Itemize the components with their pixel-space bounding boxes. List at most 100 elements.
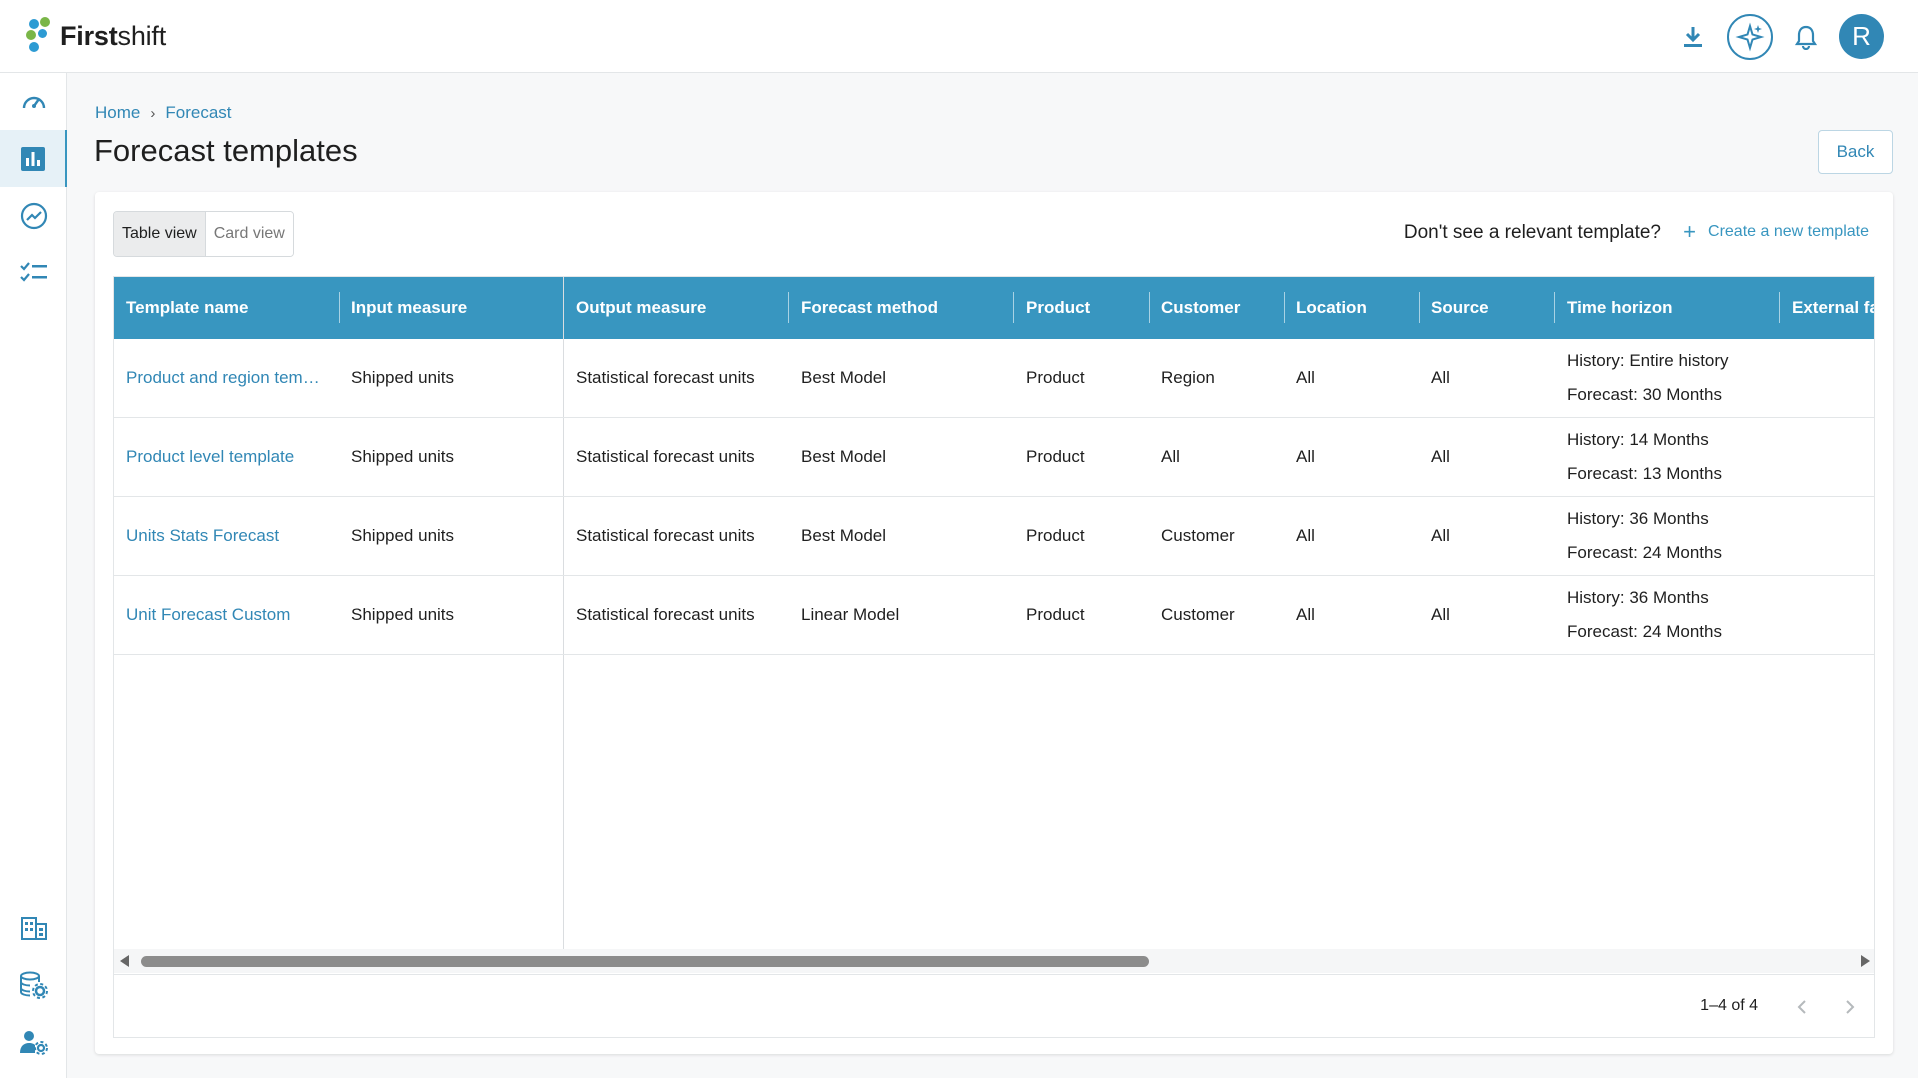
- pagination-range: 1–4 of 4: [1700, 997, 1758, 1014]
- table-row[interactable]: Unit Forecast Custom Shipped units Stati…: [114, 576, 1874, 655]
- cell-product: Product: [1026, 605, 1085, 624]
- cell-input-measure: Shipped units: [351, 447, 455, 466]
- cell-time-horizon: History: 36 Months Forecast: 24 Months: [1555, 497, 1722, 575]
- column-header-forecast-method[interactable]: Forecast method: [789, 277, 1013, 339]
- trend-icon: [20, 202, 47, 229]
- forecast-text: Forecast: 24 Months: [1567, 543, 1722, 562]
- sidebar-item-trends[interactable]: [0, 187, 67, 244]
- forecast-text: Forecast: 30 Months: [1567, 385, 1722, 404]
- column-header-time-horizon[interactable]: Time horizon: [1555, 277, 1780, 339]
- cell-output-measure: Statistical forecast units: [576, 447, 755, 466]
- ai-sparkle-icon[interactable]: [1727, 14, 1773, 60]
- chevron-left-icon: [1797, 1000, 1806, 1014]
- missing-template-prompt: Don't see a relevant template?: [1403, 222, 1661, 243]
- cell-customer: Customer: [1161, 605, 1235, 624]
- scroll-left-arrow-icon[interactable]: [120, 955, 129, 967]
- chevron-right-icon: [1846, 1000, 1855, 1014]
- cell-source: All: [1431, 447, 1450, 466]
- sidebar-item-organization[interactable]: [0, 899, 67, 956]
- breadcrumb-forecast[interactable]: Forecast: [165, 103, 231, 123]
- top-bar: Firstshift R: [0, 0, 1918, 73]
- cell-product: Product: [1026, 447, 1085, 466]
- cell-forecast-method: Linear Model: [801, 605, 900, 624]
- cell-product: Product: [1026, 526, 1085, 545]
- bell-icon[interactable]: [1791, 22, 1821, 52]
- column-header-output-measure[interactable]: Output measure: [564, 277, 788, 339]
- dashboard-icon: [22, 96, 45, 108]
- cell-location: All: [1296, 368, 1315, 387]
- avatar-initial: R: [1852, 21, 1871, 51]
- checklist-icon: [19, 261, 47, 282]
- history-text: History: 36 Months: [1567, 588, 1709, 607]
- table-header: Template name Input measure Output measu…: [114, 277, 1874, 339]
- sidebar: [0, 73, 67, 1078]
- horizontal-scrollbar[interactable]: [114, 949, 1874, 973]
- back-button[interactable]: Back: [1818, 130, 1893, 174]
- cell-time-horizon: History: 36 Months Forecast: 24 Months: [1555, 576, 1722, 654]
- cell-forecast-method: Best Model: [801, 447, 887, 466]
- cell-time-horizon: History: Entire history Forecast: 30 Mon…: [1555, 339, 1729, 417]
- cell-location: All: [1296, 526, 1315, 545]
- pagination: 1–4 of 4: [114, 974, 1874, 1037]
- breadcrumb-separator: ›: [150, 104, 156, 122]
- sidebar-item-data-settings[interactable]: [0, 956, 67, 1013]
- column-header-product[interactable]: Product: [1014, 277, 1149, 339]
- cell-input-measure: Shipped units: [351, 605, 455, 624]
- table-view-button[interactable]: Table view: [114, 212, 206, 256]
- cell-source: All: [1431, 368, 1450, 387]
- template-name-link[interactable]: Units Stats Forecast: [114, 497, 279, 575]
- user-avatar[interactable]: R: [1839, 14, 1884, 59]
- cell-forecast-method: Best Model: [801, 368, 887, 387]
- cell-output-measure: Statistical forecast units: [576, 605, 755, 624]
- scrollbar-thumb[interactable]: [141, 956, 1149, 967]
- next-page-button[interactable]: [1836, 993, 1864, 1021]
- cell-input-measure: Shipped units: [351, 368, 455, 387]
- column-header-input-measure[interactable]: Input measure: [339, 277, 563, 339]
- cell-forecast-method: Best Model: [801, 526, 887, 545]
- sidebar-item-forecast[interactable]: [0, 130, 67, 187]
- cell-source: All: [1431, 526, 1450, 545]
- forecast-text: Forecast: 24 Months: [1567, 622, 1722, 641]
- cell-input-measure: Shipped units: [351, 526, 455, 545]
- scroll-right-arrow-icon[interactable]: [1861, 955, 1870, 967]
- templates-table: Template name Input measure Output measu…: [113, 276, 1875, 1038]
- column-header-external-factors[interactable]: External fa: [1780, 277, 1874, 339]
- forecast-text: Forecast: 13 Months: [1567, 464, 1722, 483]
- column-header-template-name[interactable]: Template name: [114, 277, 339, 339]
- firstshift-logo[interactable]: Firstshift: [26, 17, 166, 55]
- template-name-link[interactable]: Product level template: [114, 418, 294, 496]
- template-name-link[interactable]: Product and region tem…: [114, 339, 320, 417]
- table-row[interactable]: Product level template Shipped units Sta…: [114, 418, 1874, 497]
- user-settings-icon: [19, 1030, 48, 1055]
- table-row[interactable]: Units Stats Forecast Shipped units Stati…: [114, 497, 1874, 576]
- template-name-link[interactable]: Unit Forecast Custom: [114, 576, 290, 654]
- create-template-label: Create a new template: [1708, 223, 1869, 240]
- cell-output-measure: Statistical forecast units: [576, 526, 755, 545]
- history-text: History: Entire history: [1567, 351, 1729, 370]
- building-icon: [20, 916, 47, 940]
- cell-customer: Region: [1161, 368, 1215, 387]
- cell-location: All: [1296, 447, 1315, 466]
- sidebar-item-tasks[interactable]: [0, 244, 67, 301]
- column-header-customer[interactable]: Customer: [1149, 277, 1284, 339]
- cell-product: Product: [1026, 368, 1085, 387]
- cell-customer: Customer: [1161, 526, 1235, 545]
- download-icon[interactable]: [1678, 22, 1708, 52]
- previous-page-button[interactable]: [1788, 993, 1816, 1021]
- create-template-link[interactable]: + Create a new template: [1683, 221, 1869, 243]
- breadcrumb-home[interactable]: Home: [95, 103, 140, 123]
- cell-location: All: [1296, 605, 1315, 624]
- view-toggle: Table view Card view: [113, 211, 294, 257]
- brand-name: Firstshift: [60, 20, 167, 51]
- column-header-location[interactable]: Location: [1284, 277, 1419, 339]
- cell-output-measure: Statistical forecast units: [576, 368, 755, 387]
- templates-card: Table view Card view Don't see a relevan…: [95, 192, 1893, 1054]
- sidebar-item-user-settings[interactable]: [0, 1013, 67, 1070]
- page-title: Forecast templates: [94, 133, 358, 168]
- table-row[interactable]: Product and region tem… Shipped units St…: [114, 339, 1874, 418]
- column-header-source[interactable]: Source: [1419, 277, 1554, 339]
- cell-time-horizon: History: 14 Months Forecast: 13 Months: [1555, 418, 1722, 496]
- card-view-button[interactable]: Card view: [205, 212, 293, 256]
- sidebar-item-dashboard[interactable]: [0, 73, 67, 130]
- breadcrumb: Home › Forecast: [95, 103, 232, 123]
